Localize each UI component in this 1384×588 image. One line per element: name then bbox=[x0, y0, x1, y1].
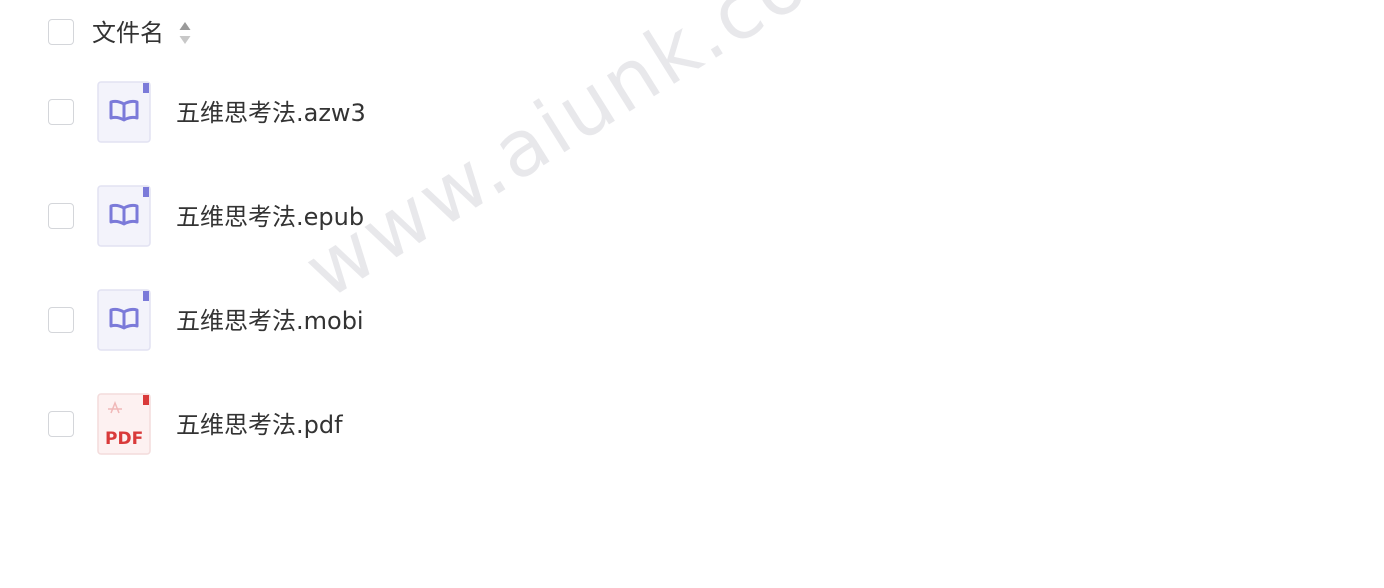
file-row[interactable]: 五维思考法.epub bbox=[0, 164, 1384, 268]
pdf-icon-label: PDF bbox=[105, 429, 143, 449]
ebook-icon bbox=[97, 289, 151, 351]
file-name-link[interactable]: 五维思考法.epub bbox=[176, 201, 364, 233]
pdf-icon: PDF bbox=[97, 393, 151, 455]
select-all-checkbox[interactable] bbox=[48, 19, 74, 45]
file-row[interactable]: 五维思考法.mobi bbox=[0, 268, 1384, 372]
file-name-link[interactable]: 五维思考法.azw3 bbox=[176, 97, 366, 129]
file-list-header: 文件名 bbox=[0, 0, 1384, 66]
file-name-link[interactable]: 五维思考法.pdf bbox=[176, 409, 343, 441]
file-row[interactable]: PDF 五维思考法.pdf bbox=[0, 372, 1384, 476]
ebook-icon bbox=[97, 81, 151, 143]
file-row-checkbox[interactable] bbox=[48, 203, 74, 229]
file-row-checkbox[interactable] bbox=[48, 411, 74, 437]
sort-updown-icon[interactable] bbox=[178, 21, 192, 45]
file-row[interactable]: 五维思考法.azw3 bbox=[0, 60, 1384, 164]
ebook-icon bbox=[97, 185, 151, 247]
file-row-checkbox[interactable] bbox=[48, 307, 74, 333]
column-header-filename[interactable]: 文件名 bbox=[92, 17, 164, 49]
file-row-checkbox[interactable] bbox=[48, 99, 74, 125]
file-list-page: 文件名 五维思考法.azw3 五维思考法.epub 五维思考法.mobi PDF… bbox=[0, 0, 1384, 588]
file-name-link[interactable]: 五维思考法.mobi bbox=[176, 305, 364, 337]
